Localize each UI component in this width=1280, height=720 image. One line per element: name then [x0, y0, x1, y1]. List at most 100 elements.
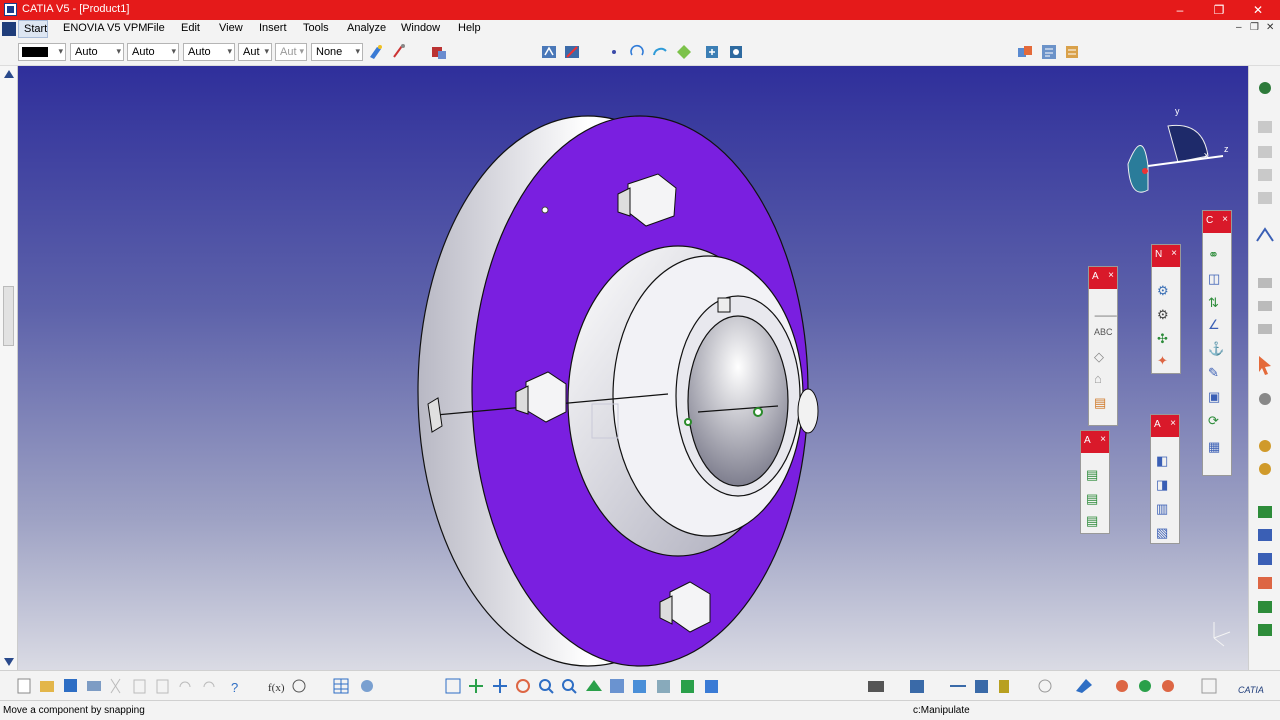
scrollbar-thumb[interactable]: [3, 286, 14, 346]
point-icon[interactable]: [605, 43, 623, 61]
point-type-combo[interactable]: Aut ▾: [238, 43, 272, 61]
paste-icon[interactable]: [156, 679, 169, 694]
render-icon[interactable]: [1162, 680, 1174, 692]
fix-icon[interactable]: ⚓: [1208, 341, 1226, 359]
offset-icon[interactable]: ⇅: [1208, 295, 1226, 313]
mdi-close-button[interactable]: ✕: [1266, 22, 1274, 33]
menu-window[interactable]: Window: [401, 22, 440, 34]
mdi-restore-button[interactable]: ❐: [1250, 22, 1259, 33]
transparency-combo[interactable]: Auto ▾: [70, 43, 124, 61]
text-tool-icon[interactable]: ABC: [1094, 327, 1113, 345]
mdi-minimize-button[interactable]: –: [1236, 22, 1242, 33]
toolbar-header[interactable]: C ×: [1203, 211, 1231, 233]
reuse-pattern-icon[interactable]: ▦: [1208, 439, 1226, 457]
export-icon[interactable]: [1258, 624, 1272, 636]
product-icon[interactable]: [1258, 121, 1272, 133]
floating-toolbar-product-structure[interactable]: A × ▤ ▤ ▤: [1080, 430, 1110, 534]
print-icon[interactable]: [87, 681, 101, 691]
rotate-icon[interactable]: [628, 43, 646, 61]
assembly-workbench-icon[interactable]: [1259, 82, 1271, 94]
grid-icon[interactable]: [1201, 678, 1217, 694]
scroll-up-icon[interactable]: [4, 70, 14, 78]
sectioning-icon[interactable]: [975, 680, 988, 693]
manipulate-icon[interactable]: [703, 43, 721, 61]
update-icon[interactable]: [1016, 43, 1034, 61]
export-icon[interactable]: [1258, 529, 1272, 541]
export-icon[interactable]: [1258, 577, 1272, 589]
fix-together-icon[interactable]: ✎: [1208, 365, 1226, 383]
layer-combo[interactable]: None ▾: [311, 43, 363, 61]
camera-icon[interactable]: [868, 681, 884, 692]
bolt-icon[interactable]: [999, 680, 1009, 693]
export-icon[interactable]: [1258, 553, 1272, 565]
hide-show-icon[interactable]: [681, 680, 694, 693]
measure-icon[interactable]: [1256, 227, 1274, 242]
section-icon[interactable]: [1258, 324, 1272, 334]
floating-toolbar-assembly-features[interactable]: A × ◧ ◨ ▥ ▧: [1150, 414, 1180, 544]
split-icon[interactable]: ◧: [1156, 453, 1174, 471]
snap-point[interactable]: [753, 407, 763, 417]
flag-note-icon[interactable]: ⌂: [1094, 371, 1112, 389]
pan-icon[interactable]: [469, 679, 483, 693]
format-painter-icon[interactable]: [367, 43, 385, 61]
flange-assembly-model[interactable]: y x z: [18, 66, 1248, 670]
snap-move-icon[interactable]: ✦: [1157, 353, 1175, 371]
clash-icon[interactable]: [910, 680, 924, 693]
command-input[interactable]: c:Manipulate: [913, 705, 970, 716]
copy-icon[interactable]: [133, 679, 146, 694]
cursor-icon[interactable]: [1259, 356, 1271, 375]
walk-mode-icon[interactable]: [563, 43, 581, 61]
floating-toolbar-annotation[interactable]: A × ⸺ ABC ◇ ⌂ ▤: [1088, 266, 1118, 426]
menu-start[interactable]: Start: [18, 20, 48, 38]
line-type-combo[interactable]: Auto ▾: [183, 43, 235, 61]
toolbar-close-button[interactable]: ×: [1108, 270, 1114, 281]
coincidence-icon[interactable]: ⚭: [1208, 247, 1226, 265]
line-thickness-combo[interactable]: Auto ▾: [127, 43, 179, 61]
scroll-down-icon[interactable]: [4, 658, 14, 666]
fly-mode-icon[interactable]: [540, 43, 558, 61]
eraser-icon[interactable]: [1076, 679, 1092, 693]
fit-all-icon[interactable]: [445, 678, 461, 694]
table-icon[interactable]: [333, 678, 349, 694]
product-icon[interactable]: [1258, 146, 1272, 158]
export-icon[interactable]: [1258, 601, 1272, 613]
undo-icon[interactable]: [179, 681, 191, 688]
flexible-icon[interactable]: ⟳: [1208, 413, 1226, 431]
new-component-icon[interactable]: ▤: [1086, 467, 1104, 485]
save-view-icon[interactable]: ▤: [1094, 395, 1112, 413]
gear-icon[interactable]: [1259, 440, 1271, 452]
hole-icon[interactable]: ◨: [1156, 477, 1174, 495]
minimize-button[interactable]: –: [1170, 2, 1190, 18]
section-icon[interactable]: [1258, 278, 1272, 288]
section-icon[interactable]: [1258, 301, 1272, 311]
quick-constraint-icon[interactable]: ▣: [1208, 389, 1226, 407]
gear-icon[interactable]: [1259, 393, 1271, 405]
smart-move-icon[interactable]: ✣: [1157, 331, 1175, 349]
spin-icon[interactable]: [651, 43, 669, 61]
menu-analyze[interactable]: Analyze: [347, 22, 386, 34]
maximize-button[interactable]: ❐: [1209, 2, 1229, 18]
catalog-icon[interactable]: [430, 43, 448, 61]
3d-viewport[interactable]: y x z A × ⸺ ABC ◇ ⌂ ▤ N × ⚙ ⚙ ✣ ✦ C × ⚭ …: [18, 66, 1248, 670]
properties-icon[interactable]: [1063, 43, 1081, 61]
rotate-view-icon[interactable]: [516, 679, 530, 693]
new-file-icon[interactable]: [17, 678, 31, 694]
menu-edit[interactable]: Edit: [181, 22, 200, 34]
iso-view-icon[interactable]: [633, 680, 646, 693]
export-icon[interactable]: [1258, 506, 1272, 518]
balloon-tool-icon[interactable]: ◇: [1094, 349, 1112, 367]
new-product-icon[interactable]: ▤: [1086, 491, 1104, 509]
knowledge-icon[interactable]: [292, 679, 306, 693]
render-icon[interactable]: [1116, 680, 1128, 692]
render-icon[interactable]: [1139, 680, 1151, 692]
swap-space-icon[interactable]: [705, 680, 718, 693]
toolbar-close-button[interactable]: ×: [1222, 214, 1228, 225]
angle-icon[interactable]: ∠: [1208, 317, 1226, 335]
floating-toolbar-manipulation[interactable]: N × ⚙ ⚙ ✣ ✦: [1151, 244, 1181, 374]
menu-help[interactable]: Help: [458, 22, 481, 34]
catia-app-icon[interactable]: [4, 3, 17, 16]
gear-icon[interactable]: [1259, 463, 1271, 475]
cut-icon[interactable]: [110, 678, 121, 694]
sketch-icon[interactable]: [390, 43, 408, 61]
product-icon[interactable]: [1258, 169, 1272, 181]
